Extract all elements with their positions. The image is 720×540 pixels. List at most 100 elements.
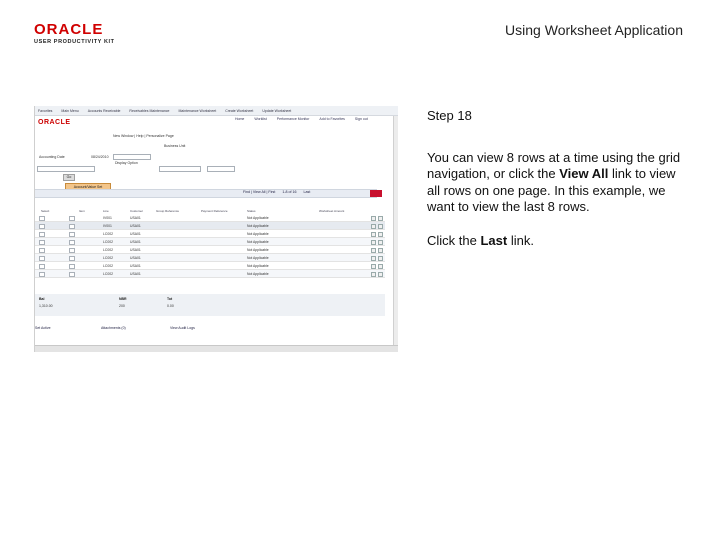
attachments-link[interactable]: Attachments (0) [101,326,126,330]
table-row[interactable]: IV001 USA01 Not Applicable [35,214,385,222]
delete-row-icon[interactable] [378,223,383,229]
row-lookup[interactable] [69,271,75,277]
row-lookup[interactable] [69,223,75,229]
delete-button[interactable] [370,190,382,197]
row-lookup[interactable] [39,255,45,261]
go-button[interactable]: Go [63,174,75,181]
row-lookup[interactable] [39,231,45,237]
row-item: LC002 [103,263,113,268]
totals-panel: Bal 1,310.00 NBR 200 Tot 0.00 [35,294,385,316]
nbr-label: NBR [119,297,127,301]
table-row[interactable]: LC002 USA01 Not Applicable [35,230,385,238]
business-unit-field[interactable] [113,154,151,160]
delete-row-icon[interactable] [378,271,383,277]
row-lookup[interactable] [69,231,75,237]
row-item: LC002 [103,271,113,276]
row-lookup[interactable] [69,247,75,253]
row-customer: USA01 [130,255,141,260]
oracle-upk-logo: ORACLE USER PRODUCTIVITY KIT [34,22,154,48]
sort-dropdown[interactable] [159,166,201,172]
subnav-item[interactable]: Performance Monitor [277,117,310,121]
accounting-date-label: Accounting Date [39,155,65,159]
instruction-panel: Step 18 You can view 8 rows at a time us… [427,108,687,266]
subnav-item[interactable]: Sign out [355,117,368,121]
add-row-icon[interactable] [371,271,376,277]
row-lookup[interactable] [39,215,45,221]
column-header: Status [247,209,256,213]
row-status: Not Applicable [247,239,269,244]
nav-item[interactable]: Receivables Maintenance [129,109,169,113]
brand-subtext: USER PRODUCTIVITY KIT [34,39,115,45]
row-status: Not Applicable [247,247,269,252]
add-row-icon[interactable] [371,231,376,237]
row-lookup[interactable] [69,263,75,269]
table-row[interactable]: LC002 USA01 Not Applicable [35,238,385,246]
audit-logs-link[interactable]: View Audit Logs [170,326,195,330]
subnav-item[interactable]: Worklist [254,117,266,121]
accounting-date-value: 08/24/2010 [91,155,109,159]
balance-label: Bal [39,297,45,301]
row-customer: USA01 [130,239,141,244]
nav-item[interactable]: Maintenance Worksheet [179,109,217,113]
table-row[interactable]: LC002 USA01 Not Applicable [35,270,385,278]
nav-item[interactable]: Create Worksheet [225,109,253,113]
subnav-item[interactable]: Add to Favorites [319,117,344,121]
total-label: Tot [167,297,173,301]
grid-header-bar [35,189,377,198]
delete-row-icon[interactable] [378,239,383,245]
nav-item[interactable]: Update Worksheet [262,109,291,113]
nbr-value: 200 [119,304,125,308]
delete-row-icon[interactable] [378,255,383,261]
find-view-all-links[interactable]: Find | View All | First [243,190,275,194]
page-links[interactable]: New Window | Help | Personalize Page [113,134,174,138]
table-row[interactable]: LC002 USA01 Not Applicable [35,246,385,254]
row-lookup[interactable] [39,271,45,277]
row-lookup[interactable] [69,239,75,245]
table-row[interactable]: LC002 USA01 Not Applicable [35,262,385,270]
total-value: 0.00 [167,304,174,308]
row-lookup[interactable] [39,247,45,253]
row-status: Not Applicable [247,223,269,228]
table-row[interactable]: IV001 USA01 Not Applicable [35,222,385,230]
delete-row-icon[interactable] [378,247,383,253]
action-text-part: link. [507,232,534,248]
row-lookup[interactable] [39,239,45,245]
step-number: Step 18 [427,108,472,123]
row-item: LC002 [103,231,113,236]
add-row-icon[interactable] [371,223,376,229]
row-item: LC002 [103,247,113,252]
add-row-icon[interactable] [371,255,376,261]
nav-item[interactable]: Favorites [38,109,52,113]
row-item: IV001 [103,223,112,228]
add-row-icon[interactable] [371,247,376,253]
vertical-scrollbar[interactable] [393,116,398,345]
subnav-item[interactable]: Home [235,117,244,121]
option-dropdown[interactable] [207,166,235,172]
column-header: Worksheet Amount [319,209,345,213]
last-link[interactable]: Last [304,190,311,194]
row-lookup[interactable] [69,215,75,221]
nav-item[interactable]: Accounts Receivable [88,109,121,113]
horizontal-scrollbar[interactable] [35,345,398,352]
screenshot-sub-nav: Home Worklist Performance Monitor Add to… [235,117,368,121]
delete-row-icon[interactable] [378,215,383,221]
row-customer: USA01 [130,231,141,236]
delete-row-icon[interactable] [378,263,383,269]
set-active-link[interactable]: Set Active [35,326,51,330]
column-header: Customer [130,209,144,213]
row-lookup[interactable] [39,223,45,229]
row-customer: USA01 [130,271,141,276]
row-status: Not Applicable [247,271,269,276]
column-header: Item [79,209,85,213]
delete-row-icon[interactable] [378,231,383,237]
add-row-icon[interactable] [371,239,376,245]
add-row-icon[interactable] [371,263,376,269]
selection-dropdown[interactable] [37,166,95,172]
business-unit-label: Business Unit [164,144,186,148]
column-header: Group Reference [156,209,180,213]
add-row-icon[interactable] [371,215,376,221]
table-row[interactable]: LC002 USA01 Not Applicable [35,254,385,262]
nav-item[interactable]: Main Menu [61,109,78,113]
row-lookup[interactable] [69,255,75,261]
row-lookup[interactable] [39,263,45,269]
